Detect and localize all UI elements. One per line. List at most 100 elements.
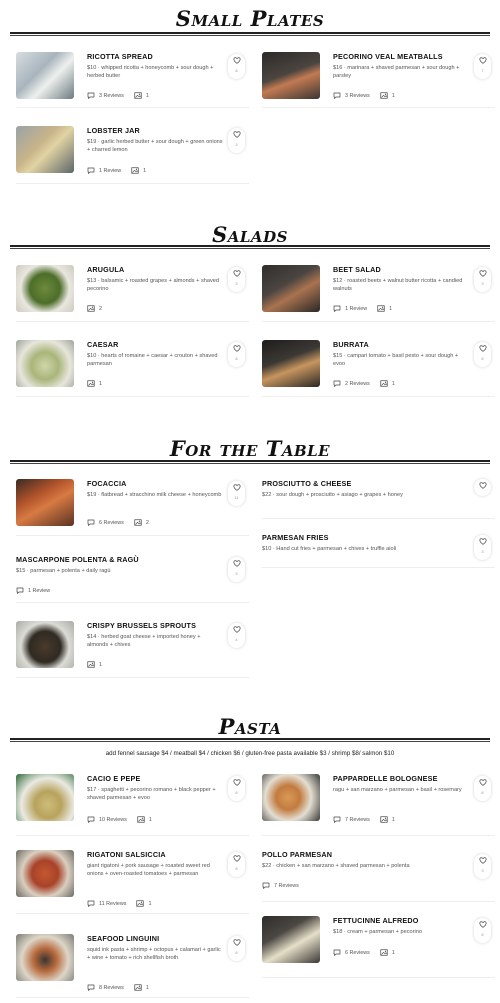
menu-item[interactable]: FOCACCIA $19 · flatbread + stracchino mi… bbox=[16, 479, 249, 536]
dish-photo[interactable] bbox=[16, 850, 74, 897]
reviews-link[interactable]: 1 Review bbox=[16, 587, 50, 594]
favorite-button[interactable]: 3 bbox=[474, 854, 491, 879]
reviews-link[interactable]: 3 Reviews bbox=[333, 92, 370, 99]
photos-link[interactable]: 2 bbox=[134, 519, 149, 526]
dish-photo[interactable] bbox=[262, 774, 320, 821]
menu-item[interactable]: CRISPY BRUSSELS SPROUTS $14 · herbed goa… bbox=[16, 621, 249, 678]
favorite-button[interactable]: 3 bbox=[228, 557, 245, 582]
menu-item[interactable]: PAPPARDELLE BOLOGNESE ragu + san marzano… bbox=[262, 774, 495, 836]
dish-photo[interactable] bbox=[16, 340, 74, 387]
menu-item[interactable]: BEET SALAD $12 · roasted beets + walnut … bbox=[262, 265, 495, 322]
favorite-button[interactable]: 8 bbox=[474, 918, 491, 943]
menu-item[interactable]: PECORINO VEAL MEATBALLS $16 · marinara +… bbox=[262, 52, 495, 108]
photo-icon bbox=[134, 92, 142, 99]
reviews-link[interactable]: 3 Reviews bbox=[87, 92, 124, 99]
photos-link[interactable]: 1 bbox=[380, 380, 395, 387]
menu-item[interactable]: ARUGULA $13 · balsamic + roasted grapes … bbox=[16, 265, 249, 322]
favorite-button[interactable]: 8 bbox=[228, 342, 245, 367]
item-description: giant rigatoni + pork sausage + roasted … bbox=[87, 863, 210, 878]
menu-item[interactable]: FETTUCINNE ALFREDO $18 · cream + parmesa… bbox=[262, 916, 495, 978]
favorite-button[interactable]: 8 bbox=[474, 342, 491, 367]
section-divider bbox=[10, 460, 490, 464]
section-divider bbox=[10, 245, 490, 249]
menu-item[interactable]: RICOTTA SPREAD $10 · whipped ricotta + h… bbox=[16, 52, 249, 108]
favorite-button[interactable]: 3 bbox=[474, 535, 491, 560]
photos-link[interactable]: 1 bbox=[380, 816, 395, 823]
favorite-button[interactable]: 8 bbox=[228, 936, 245, 961]
photos-link[interactable]: 1 bbox=[134, 984, 149, 991]
reviews-link[interactable]: 7 Reviews bbox=[262, 882, 299, 889]
menu-item[interactable]: LOBSTER JAR $19 · garlic herbed butter +… bbox=[16, 126, 249, 184]
favorite-button[interactable]: 7 bbox=[474, 54, 491, 79]
dish-photo[interactable] bbox=[262, 916, 320, 963]
photo-icon bbox=[87, 380, 95, 387]
dish-photo[interactable] bbox=[16, 265, 74, 312]
photos-link[interactable]: 2 bbox=[87, 305, 102, 312]
photos-link[interactable]: 1 bbox=[136, 900, 151, 907]
favorite-button[interactable]: 8 bbox=[228, 852, 245, 877]
item-name: PECORINO VEAL MEATBALLS bbox=[333, 52, 443, 61]
reviews-link[interactable]: 6 Reviews bbox=[333, 949, 370, 956]
dish-photo[interactable] bbox=[16, 934, 74, 981]
item-name: FOCACCIA bbox=[87, 479, 127, 488]
photos-link[interactable]: 1 bbox=[380, 949, 395, 956]
photo-icon bbox=[87, 661, 95, 668]
photos-link[interactable]: 1 bbox=[131, 167, 146, 174]
heart-icon bbox=[233, 484, 241, 491]
section-title: Pasta bbox=[218, 714, 282, 739]
heart-icon bbox=[479, 779, 487, 786]
reviews-link[interactable]: 7 Reviews bbox=[333, 816, 370, 823]
dish-photo[interactable] bbox=[16, 621, 74, 668]
favorite-button[interactable]: 3 bbox=[474, 267, 491, 292]
photos-link[interactable]: 1 bbox=[137, 816, 152, 823]
favorite-button[interactable]: 8 bbox=[228, 54, 245, 79]
dish-photo[interactable] bbox=[262, 340, 320, 387]
item-description: $17 · spaghetti + pecorino romano + blac… bbox=[87, 787, 216, 802]
item-description: ragu + san marzano + parmesan + basil + … bbox=[333, 787, 462, 793]
section-title: Small Plates bbox=[175, 6, 325, 31]
menu-item[interactable]: CAESAR $10 · hearts of romaine + caesar … bbox=[16, 340, 249, 397]
dish-photo[interactable] bbox=[16, 774, 74, 821]
reviews-link[interactable]: 8 Reviews bbox=[87, 984, 124, 991]
favorite-button[interactable]: 8 bbox=[228, 776, 245, 801]
menu-item[interactable]: PARMESAN FRIES $10 · Hand cut fries + pa… bbox=[262, 533, 495, 568]
reviews-link[interactable]: 2 Reviews bbox=[333, 380, 370, 387]
photos-link[interactable]: 1 bbox=[87, 380, 102, 387]
dish-photo[interactable] bbox=[262, 52, 320, 99]
comment-icon bbox=[87, 167, 95, 174]
dish-photo[interactable] bbox=[16, 126, 74, 173]
favorite-button[interactable] bbox=[474, 479, 491, 496]
menu-item[interactable]: PROSCIUTTO & CHEESE $22 · sour dough + p… bbox=[262, 479, 495, 519]
photo-icon bbox=[380, 816, 388, 823]
photos-link[interactable]: 1 bbox=[87, 661, 102, 668]
reviews-link[interactable]: 11 Reviews bbox=[87, 900, 126, 907]
photos-link[interactable]: 1 bbox=[380, 92, 395, 99]
favorite-button[interactable]: 3 bbox=[228, 267, 245, 292]
favorite-button[interactable]: 8 bbox=[474, 776, 491, 801]
favorite-button[interactable]: 4 bbox=[228, 623, 245, 648]
comment-icon bbox=[333, 92, 341, 99]
dish-photo[interactable] bbox=[16, 52, 74, 99]
dish-photo[interactable] bbox=[16, 479, 74, 526]
heart-icon bbox=[479, 345, 487, 352]
menu-item[interactable]: POLLO PARMESAN $22 · chicken + san marza… bbox=[262, 850, 495, 902]
reviews-link[interactable]: 10 Reviews bbox=[87, 816, 127, 823]
favorite-button[interactable]: 3 bbox=[228, 128, 245, 153]
menu-item[interactable]: CACIO E PEPE $17 · spaghetti + pecorino … bbox=[16, 774, 249, 836]
menu-item[interactable]: RIGATONI SALSICCIA giant rigatoni + pork… bbox=[16, 850, 249, 914]
item-name: PAPPARDELLE BOLOGNESE bbox=[333, 774, 438, 783]
favorite-button[interactable]: 11 bbox=[228, 481, 245, 506]
item-description: $22 · sour dough + prosciutto + asiago +… bbox=[262, 492, 403, 498]
dish-photo[interactable] bbox=[262, 265, 320, 312]
reviews-link[interactable]: 1 Review bbox=[333, 305, 367, 312]
reviews-link[interactable]: 1 Review bbox=[87, 167, 121, 174]
comment-icon bbox=[333, 380, 341, 387]
menu-item[interactable]: MASCARPONE POLENTA & RAGÙ $15 · parmesan… bbox=[16, 555, 249, 603]
menu-item[interactable]: BURRATA $15 · campari tomato + basil pes… bbox=[262, 340, 495, 397]
reviews-link[interactable]: 6 Reviews bbox=[87, 519, 124, 526]
menu-item[interactable]: SEAFOOD LINGUINI squid ink pasta + shrim… bbox=[16, 934, 249, 998]
photos-link[interactable]: 1 bbox=[134, 92, 149, 99]
comment-icon bbox=[87, 92, 95, 99]
comment-icon bbox=[333, 949, 341, 956]
photos-link[interactable]: 1 bbox=[377, 305, 392, 312]
